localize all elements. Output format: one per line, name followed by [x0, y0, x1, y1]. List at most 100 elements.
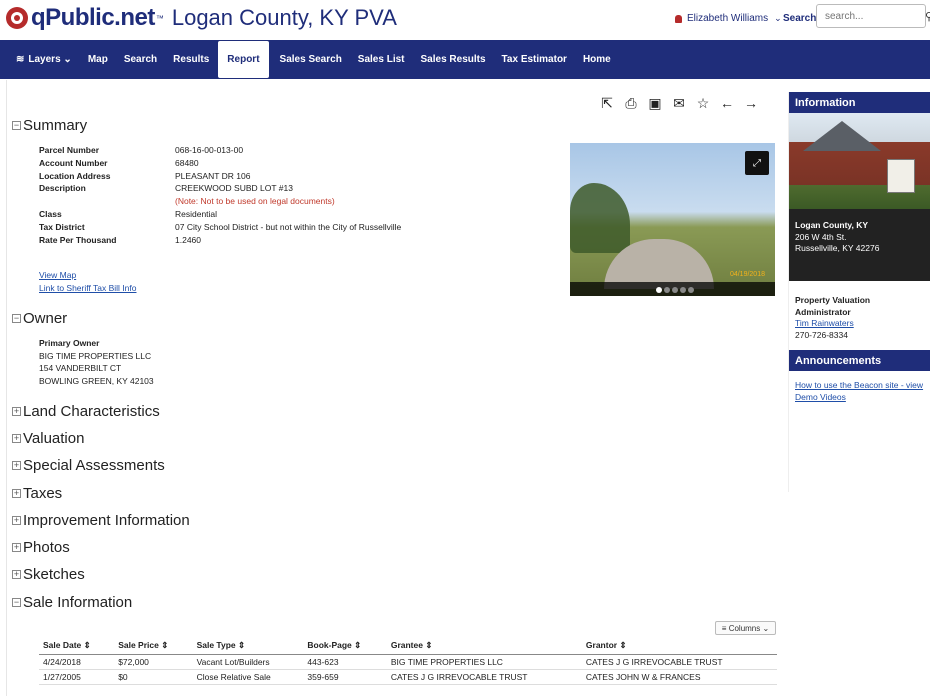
cell-grantor: CATES JOHN W & FRANCES [581, 669, 777, 685]
user-icon [675, 14, 682, 23]
expand-icon: + [12, 433, 21, 443]
photo-sign [887, 159, 915, 193]
cell-sale-type: Vacant Lot/Builders [192, 654, 304, 670]
star-icon[interactable]: ☆ [696, 96, 710, 110]
trademark: ™ [155, 13, 164, 23]
property-photo[interactable]: 04/19/2018 ⤢ [570, 143, 775, 296]
user-menu[interactable]: Elizabeth Williams ⌄ [675, 13, 782, 24]
print-icon[interactable]: ⎙ [624, 96, 638, 110]
col-grantee[interactable]: Grantee ⇕ [386, 637, 582, 655]
section-photos[interactable]: + Photos [12, 539, 70, 556]
section-taxes[interactable]: + Taxes [12, 485, 62, 502]
brand-name: qPublic.net [31, 4, 155, 31]
sales-table: Sale Date ⇕ Sale Price ⇕ Sale Type ⇕ Boo… [39, 637, 777, 685]
main-nav: ≋ Layers ⌄ Map Search Results Report Sale… [0, 40, 930, 79]
owner-city: BOWLING GREEN, KY 42103 [39, 375, 154, 386]
cell-grantee: CATES J G IRREVOCABLE TRUST [386, 669, 582, 685]
section-summary[interactable]: − Summary [12, 117, 87, 134]
announcements-heading: Announcements [789, 350, 930, 371]
pva-title-2: Administrator [795, 306, 851, 317]
photo-trees [570, 183, 630, 253]
chevron-down-icon: ⌄ [774, 13, 782, 23]
nav-map[interactable]: Map [88, 40, 108, 79]
email-icon[interactable]: ✉ [672, 96, 686, 110]
expand-icon: + [12, 569, 21, 579]
nav-search[interactable]: Search [124, 40, 157, 79]
search-input[interactable] [816, 4, 926, 28]
col-book-page[interactable]: Book-Page ⇕ [303, 637, 387, 655]
header: qPublic.net ™ Logan County, KY PVA Elizab… [0, 0, 930, 38]
value-location-address: PLEASANT DR 106 [175, 170, 251, 181]
office-county: Logan County, KY [795, 220, 869, 230]
carousel-dots[interactable] [656, 287, 694, 293]
cell-grantor: CATES J G IRREVOCABLE TRUST [581, 654, 777, 670]
col-sale-date[interactable]: Sale Date ⇕ [39, 637, 115, 655]
cell-grantee: BIG TIME PROPERTIES LLC [386, 654, 582, 670]
left-divider [6, 80, 7, 696]
value-class: Residential [175, 209, 218, 219]
nav-layers[interactable]: ≋ Layers ⌄ [16, 40, 72, 79]
pva-name-link[interactable]: Tim Rainwaters [795, 318, 924, 330]
logo-icon [6, 7, 28, 29]
nav-sales-results[interactable]: Sales Results [421, 40, 486, 79]
layers-icon: ≋ [16, 54, 25, 65]
announcements: Announcements How to use the Beacon site… [789, 350, 930, 412]
information-heading: Information [789, 92, 930, 113]
view-map-link[interactable]: View Map [39, 270, 76, 280]
office-address: Logan County, KY 206 W 4th St. Russellvi… [789, 209, 930, 281]
site-logo[interactable]: qPublic.net ™ Logan County, KY PVA [6, 4, 397, 32]
demo-videos-link[interactable]: How to use the Beacon site - view Demo V… [789, 371, 930, 412]
pva-contact: Property Valuation Administrator Tim Rai… [789, 281, 930, 348]
value-account-number: 68480 [175, 157, 199, 168]
columns-icon: ≡ [721, 623, 727, 633]
section-special-assessments[interactable]: + Special Assessments [12, 457, 165, 474]
cell-sale-price: $0 [114, 669, 193, 685]
office-street: 206 W 4th St. [795, 231, 847, 242]
image-icon[interactable]: ▣ [648, 96, 662, 110]
nav-tax-estimator[interactable]: Tax Estimator [502, 40, 567, 79]
section-valuation[interactable]: + Valuation [12, 430, 84, 447]
section-sketches[interactable]: + Sketches [12, 566, 85, 583]
cell-sale-price: $72,000 [114, 654, 193, 670]
search-label: Search [783, 13, 817, 24]
col-sale-price[interactable]: Sale Price ⇕ [114, 637, 193, 655]
section-improvement-information[interactable]: + Improvement Information [12, 512, 190, 529]
nav-sales-search[interactable]: Sales Search [280, 40, 342, 79]
nav-home[interactable]: Home [583, 40, 611, 79]
user-name: Elizabeth Williams [687, 13, 769, 24]
cell-book-page: 359-659 [303, 669, 387, 685]
value-description: CREEKWOOD SUBD LOT #13 [175, 183, 293, 194]
arrow-left-icon[interactable]: ← [720, 96, 734, 110]
info-sidebar: Information Logan County, KY 206 W 4th S… [788, 92, 930, 492]
section-land-characteristics[interactable]: + Land Characteristics [12, 403, 160, 420]
label-account-number: Account Number [39, 157, 108, 168]
pva-phone: 270-726-8334 [795, 329, 848, 340]
arrow-right-icon[interactable]: → [744, 96, 758, 110]
collapse-icon: − [12, 597, 21, 607]
col-sale-type[interactable]: Sale Type ⇕ [192, 637, 304, 655]
share-icon[interactable]: ⇱ [600, 96, 614, 110]
columns-button[interactable]: ≡ Columns ⌄ [715, 621, 776, 635]
photo-date-stamp: 04/19/2018 [729, 271, 765, 278]
label-primary-owner: Primary Owner [39, 338, 100, 348]
value-rate-per-thousand: 1.2460 [175, 234, 201, 245]
search-icon[interactable]: ⚲ [925, 10, 930, 23]
description-note: (Note: Not to be used on legal documents… [175, 196, 335, 207]
col-grantor[interactable]: Grantor ⇕ [581, 637, 777, 655]
expand-icon: + [12, 488, 21, 498]
value-parcel-number: 068-16-00-013-00 [175, 145, 244, 155]
section-owner[interactable]: − Owner [12, 310, 67, 327]
nav-results[interactable]: Results [173, 40, 209, 79]
label-parcel-number: Parcel Number [39, 145, 99, 155]
label-tax-district: Tax District [39, 221, 85, 232]
photo-roof [803, 121, 881, 151]
expand-icon: + [12, 542, 21, 552]
section-sale-information[interactable]: − Sale Information [12, 594, 132, 611]
expand-icon[interactable]: ⤢ [745, 151, 769, 175]
nav-report[interactable]: Report [218, 41, 269, 78]
nav-sales-list[interactable]: Sales List [358, 40, 405, 79]
table-header-row: Sale Date ⇕ Sale Price ⇕ Sale Type ⇕ Boo… [39, 637, 777, 655]
label-rate-per-thousand: Rate Per Thousand [39, 234, 117, 245]
sheriff-tax-bill-link[interactable]: Link to Sheriff Tax Bill Info [39, 283, 137, 293]
table-row: 1/27/2005 $0 Close Relative Sale 359-659… [39, 669, 777, 685]
